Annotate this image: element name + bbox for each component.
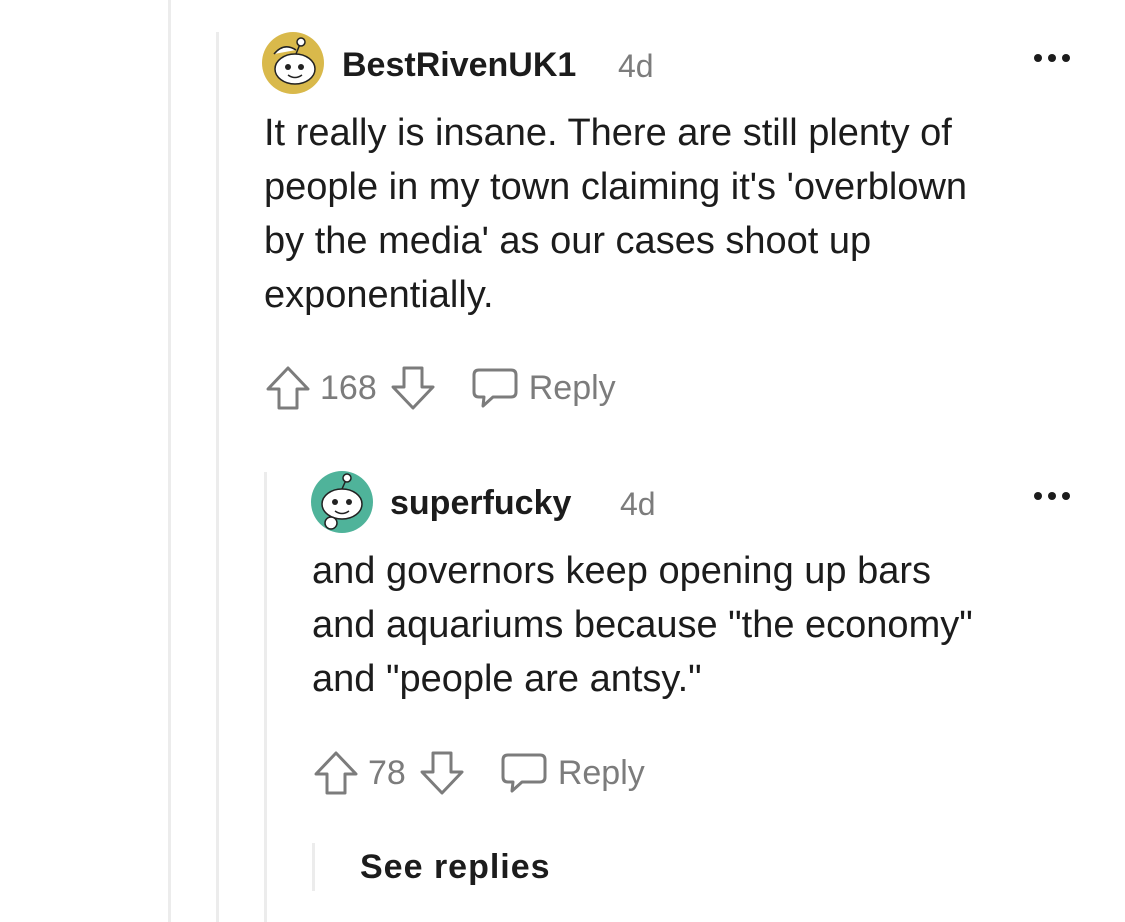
thread-line: [216, 32, 219, 922]
speech-bubble-icon: [501, 753, 547, 793]
comment-body: and governors keep opening up bars and a…: [312, 544, 1112, 706]
comment-age: 4d: [618, 48, 654, 84]
thread-line: [168, 0, 171, 922]
comment-body: It really is insane. There are still ple…: [264, 106, 1114, 322]
downvote-arrow-icon: [420, 751, 464, 795]
username[interactable]: superfucky: [390, 483, 571, 523]
comment-actions: 168 Reply: [264, 365, 616, 411]
comment-line: and governors keep opening up bars: [312, 550, 932, 592]
upvote-button[interactable]: [264, 365, 312, 411]
comment-line: It really is insane. There are still ple…: [264, 112, 952, 154]
ellipsis-icon[interactable]: [1032, 52, 1072, 64]
ellipsis-icon[interactable]: [1032, 490, 1072, 502]
comment-line: by the media' as our cases shoot up: [264, 220, 872, 262]
thread-line: [264, 472, 267, 922]
downvote-button[interactable]: [389, 365, 437, 411]
downvote-arrow-icon: [391, 366, 435, 410]
avatar-icon[interactable]: [311, 471, 373, 533]
upvote-button[interactable]: [312, 750, 360, 796]
reply-label: Reply: [557, 754, 645, 792]
speech-bubble-icon: [472, 368, 518, 408]
comment-line: exponentially.: [264, 274, 494, 316]
username[interactable]: BestRivenUK1: [342, 45, 576, 85]
reply-button[interactable]: Reply: [500, 751, 645, 795]
avatar-icon[interactable]: [262, 32, 324, 94]
upvote-arrow-icon: [314, 751, 358, 795]
reply-label: Reply: [528, 369, 616, 407]
comment-line: people in my town claiming it's 'overblo…: [264, 166, 968, 208]
comment-line: and aquariums because "the economy": [312, 604, 973, 646]
reply-button[interactable]: Reply: [471, 366, 616, 410]
vote-count: 78: [368, 754, 406, 792]
vote-count: 168: [320, 369, 377, 407]
see-replies-link[interactable]: See replies: [360, 847, 551, 887]
downvote-button[interactable]: [418, 750, 466, 796]
comment-line: and "people are antsy.": [312, 658, 702, 700]
thread-line: [312, 843, 315, 891]
comment-actions: 78 Reply: [312, 750, 645, 796]
upvote-arrow-icon: [266, 366, 310, 410]
comment-age: 4d: [620, 486, 656, 522]
